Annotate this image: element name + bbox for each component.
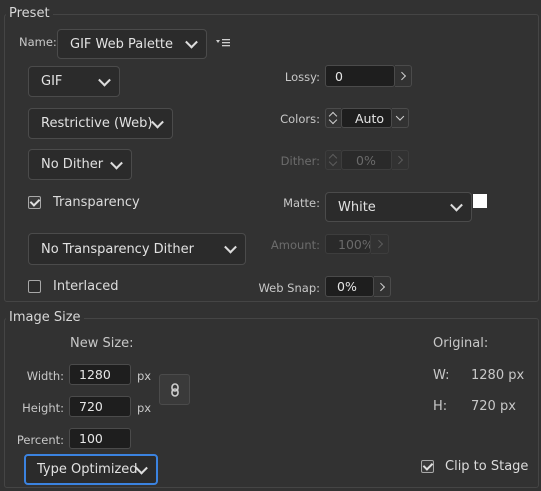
constrain-proportions-button[interactable]: [159, 374, 190, 405]
transparency-dither-value: No Transparency Dither: [41, 241, 194, 257]
lossy-slider-button[interactable]: [395, 65, 412, 87]
colors-label: Colors:: [280, 112, 320, 126]
colors-dropdown-button[interactable]: [392, 108, 409, 128]
websnap-label: Web Snap:: [258, 281, 320, 295]
original-height-value: 720 px: [471, 399, 516, 414]
height-unit: px: [137, 401, 152, 415]
transparency-checkbox[interactable]: [28, 196, 41, 209]
resample-dropdown[interactable]: Type Optimized: [24, 454, 158, 485]
chevron-down-icon: [151, 115, 164, 129]
original-height-label: H:: [433, 399, 448, 414]
amount-slider-button[interactable]: [371, 234, 389, 254]
websnap-slider-button[interactable]: [374, 276, 391, 297]
format-value: GIF: [41, 74, 63, 89]
preset-name-dropdown[interactable]: GIF Web Palette: [57, 29, 207, 59]
chevron-down-icon: [224, 240, 237, 254]
interlaced-label: Interlaced: [53, 279, 119, 294]
chevron-down-icon: [98, 73, 111, 87]
transparency-label: Transparency: [53, 195, 140, 210]
image-size-section-title: Image Size: [6, 310, 84, 325]
preset-name-value: GIF Web Palette: [70, 36, 174, 52]
width-input[interactable]: 1280: [69, 364, 131, 385]
new-size-label: New Size:: [70, 336, 134, 351]
lossy-input[interactable]: 0: [325, 65, 395, 87]
original-width-label: W:: [433, 368, 450, 383]
dither-algorithm-dropdown[interactable]: No Dither: [28, 149, 132, 180]
height-label: Height:: [22, 401, 64, 415]
chevron-down-icon: [110, 156, 123, 170]
link-icon: [171, 383, 179, 397]
width-unit: px: [137, 369, 152, 383]
chevron-down-icon: [450, 198, 463, 212]
dither-stepper[interactable]: [325, 150, 341, 170]
dither-label: Dither:: [280, 154, 320, 168]
clip-to-stage-checkbox[interactable]: [421, 460, 434, 473]
colors-input[interactable]: Auto: [341, 108, 392, 128]
transparency-dither-dropdown[interactable]: No Transparency Dither: [28, 233, 246, 265]
percent-input[interactable]: 100: [69, 428, 131, 449]
preset-section-title: Preset: [6, 6, 53, 21]
chevron-down-icon: [185, 35, 198, 49]
matte-value: White: [338, 199, 376, 215]
clip-to-stage-label: Clip to Stage: [445, 459, 529, 474]
height-input[interactable]: 720: [69, 396, 131, 417]
dither-algorithm-value: No Dither: [41, 157, 104, 172]
preset-menu-icon[interactable]: [215, 36, 231, 50]
colors-stepper[interactable]: [325, 108, 341, 128]
format-dropdown[interactable]: GIF: [28, 66, 120, 97]
amount-input[interactable]: 100%: [325, 234, 371, 254]
websnap-input[interactable]: 0%: [325, 276, 374, 297]
original-width-value: 1280 px: [471, 368, 525, 383]
matte-dropdown[interactable]: White: [325, 192, 472, 222]
name-label: Name:: [19, 35, 57, 49]
width-label: Width:: [26, 369, 64, 383]
amount-label: Amount:: [270, 238, 320, 252]
percent-label: Percent:: [16, 433, 64, 447]
palette-dropdown[interactable]: Restrictive (Web): [28, 108, 173, 139]
original-label: Original:: [433, 336, 489, 351]
dither-input[interactable]: 0%: [341, 150, 392, 170]
interlaced-checkbox[interactable]: [28, 280, 41, 293]
resample-value: Type Optimized: [37, 462, 138, 477]
palette-value: Restrictive (Web): [41, 116, 153, 131]
matte-label: Matte:: [283, 196, 320, 210]
lossy-label: Lossy:: [284, 70, 320, 84]
matte-color-swatch[interactable]: [473, 194, 487, 208]
dither-slider-button[interactable]: [392, 150, 409, 170]
